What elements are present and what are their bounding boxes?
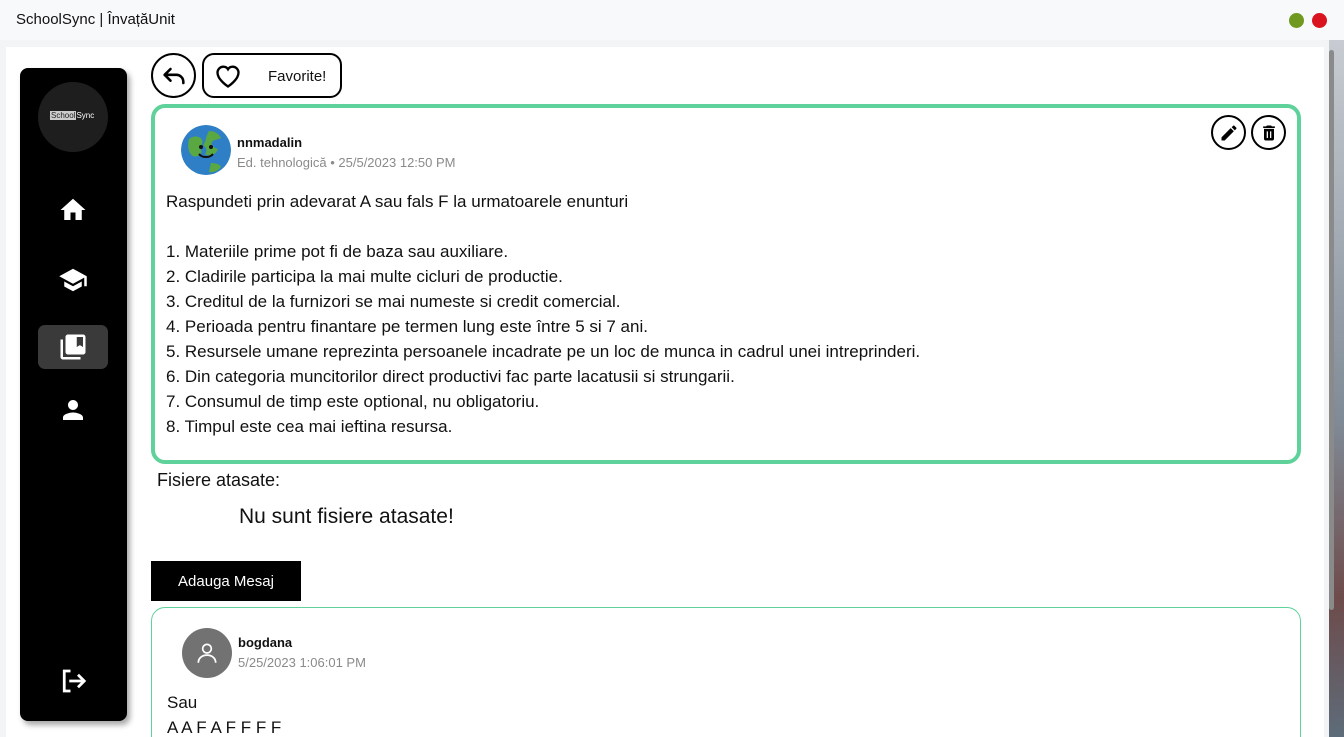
avatar xyxy=(182,628,232,678)
sidebar-item-library[interactable] xyxy=(38,325,108,369)
logout-icon xyxy=(62,669,87,693)
message-content: Sau A A F A F F F F xyxy=(167,690,281,737)
post-line: 3. Creditul de la furnizori se mai numes… xyxy=(166,292,621,311)
favorite-button[interactable]: Favorite! xyxy=(202,53,342,98)
post-content: Raspundeti prin adevarat A sau fals F la… xyxy=(166,189,1276,439)
delete-button[interactable] xyxy=(1251,115,1286,150)
avatar xyxy=(181,125,231,175)
favorite-label: Favorite! xyxy=(268,68,327,85)
post-meta: Ed. tehnologică • 25/5/2023 12:50 PM xyxy=(237,155,456,170)
trash-icon xyxy=(1262,125,1275,140)
home-icon xyxy=(60,198,86,220)
post-line: 5. Resursele umane reprezinta persoanele… xyxy=(166,342,921,361)
logo-text-school: School xyxy=(50,111,77,120)
message-timestamp: 5/25/2023 1:06:01 PM xyxy=(238,655,366,670)
post-line: 8. Timpul este cea mai ieftina resursa. xyxy=(166,417,453,436)
heart-icon xyxy=(216,65,240,88)
window-title: SchoolSync | ÎnvațăUnit xyxy=(16,11,175,28)
post-line: 4. Perioada pentru finantare pe termen l… xyxy=(166,317,648,336)
back-button[interactable] xyxy=(151,53,196,98)
logo[interactable]: SchoolSync xyxy=(38,82,108,152)
message-card: bogdana 5/25/2023 1:06:01 PM Sau A A F A… xyxy=(151,607,1301,737)
logo-text: SchoolSync xyxy=(50,111,94,121)
add-message-button[interactable]: Adauga Mesaj xyxy=(151,561,301,601)
user-outline-icon xyxy=(197,643,217,663)
edit-button[interactable] xyxy=(1211,115,1246,150)
message-line: Sau xyxy=(167,693,198,712)
globe-avatar-icon xyxy=(181,125,231,175)
post-line: 1. Materiile prime pot fi de baza sau au… xyxy=(166,242,509,261)
close-window-button[interactable] xyxy=(1312,13,1327,28)
post-line: 7. Consumul de timp este optional, nu ob… xyxy=(166,392,540,411)
sidebar-item-courses[interactable] xyxy=(38,258,108,302)
logout-button[interactable] xyxy=(38,659,108,703)
sidebar: SchoolSync xyxy=(20,68,127,721)
no-attachments-message: Nu sunt fisiere atasate! xyxy=(239,505,454,528)
logo-text-sync: Sync xyxy=(76,111,95,120)
sidebar-item-profile[interactable] xyxy=(38,388,108,432)
message-line: A A F A F F F F xyxy=(167,718,282,737)
post-card: nnmadalin Ed. tehnologică • 25/5/2023 12… xyxy=(151,104,1301,464)
attachments-title: Fisiere atasate: xyxy=(157,470,281,490)
pencil-icon xyxy=(1221,125,1236,140)
post-line: 6. Din categoria muncitorilor direct pro… xyxy=(166,367,735,386)
title-bar: SchoolSync | ÎnvațăUnit xyxy=(0,0,1344,40)
post-line xyxy=(166,214,1276,239)
person-icon xyxy=(63,400,83,420)
maximize-button[interactable] xyxy=(1289,13,1304,28)
scrollbar[interactable] xyxy=(1329,50,1334,610)
graduation-cap-icon xyxy=(59,268,87,292)
message-author[interactable]: bogdana xyxy=(238,635,292,650)
library-books-icon xyxy=(60,334,86,360)
back-arrow-icon xyxy=(162,67,185,84)
post-author[interactable]: nnmadalin xyxy=(237,135,302,150)
post-line: Raspundeti prin adevarat A sau fals F la… xyxy=(166,192,629,211)
sidebar-item-home[interactable] xyxy=(38,188,108,232)
post-line: 2. Cladirile participa la mai multe cicl… xyxy=(166,267,563,286)
